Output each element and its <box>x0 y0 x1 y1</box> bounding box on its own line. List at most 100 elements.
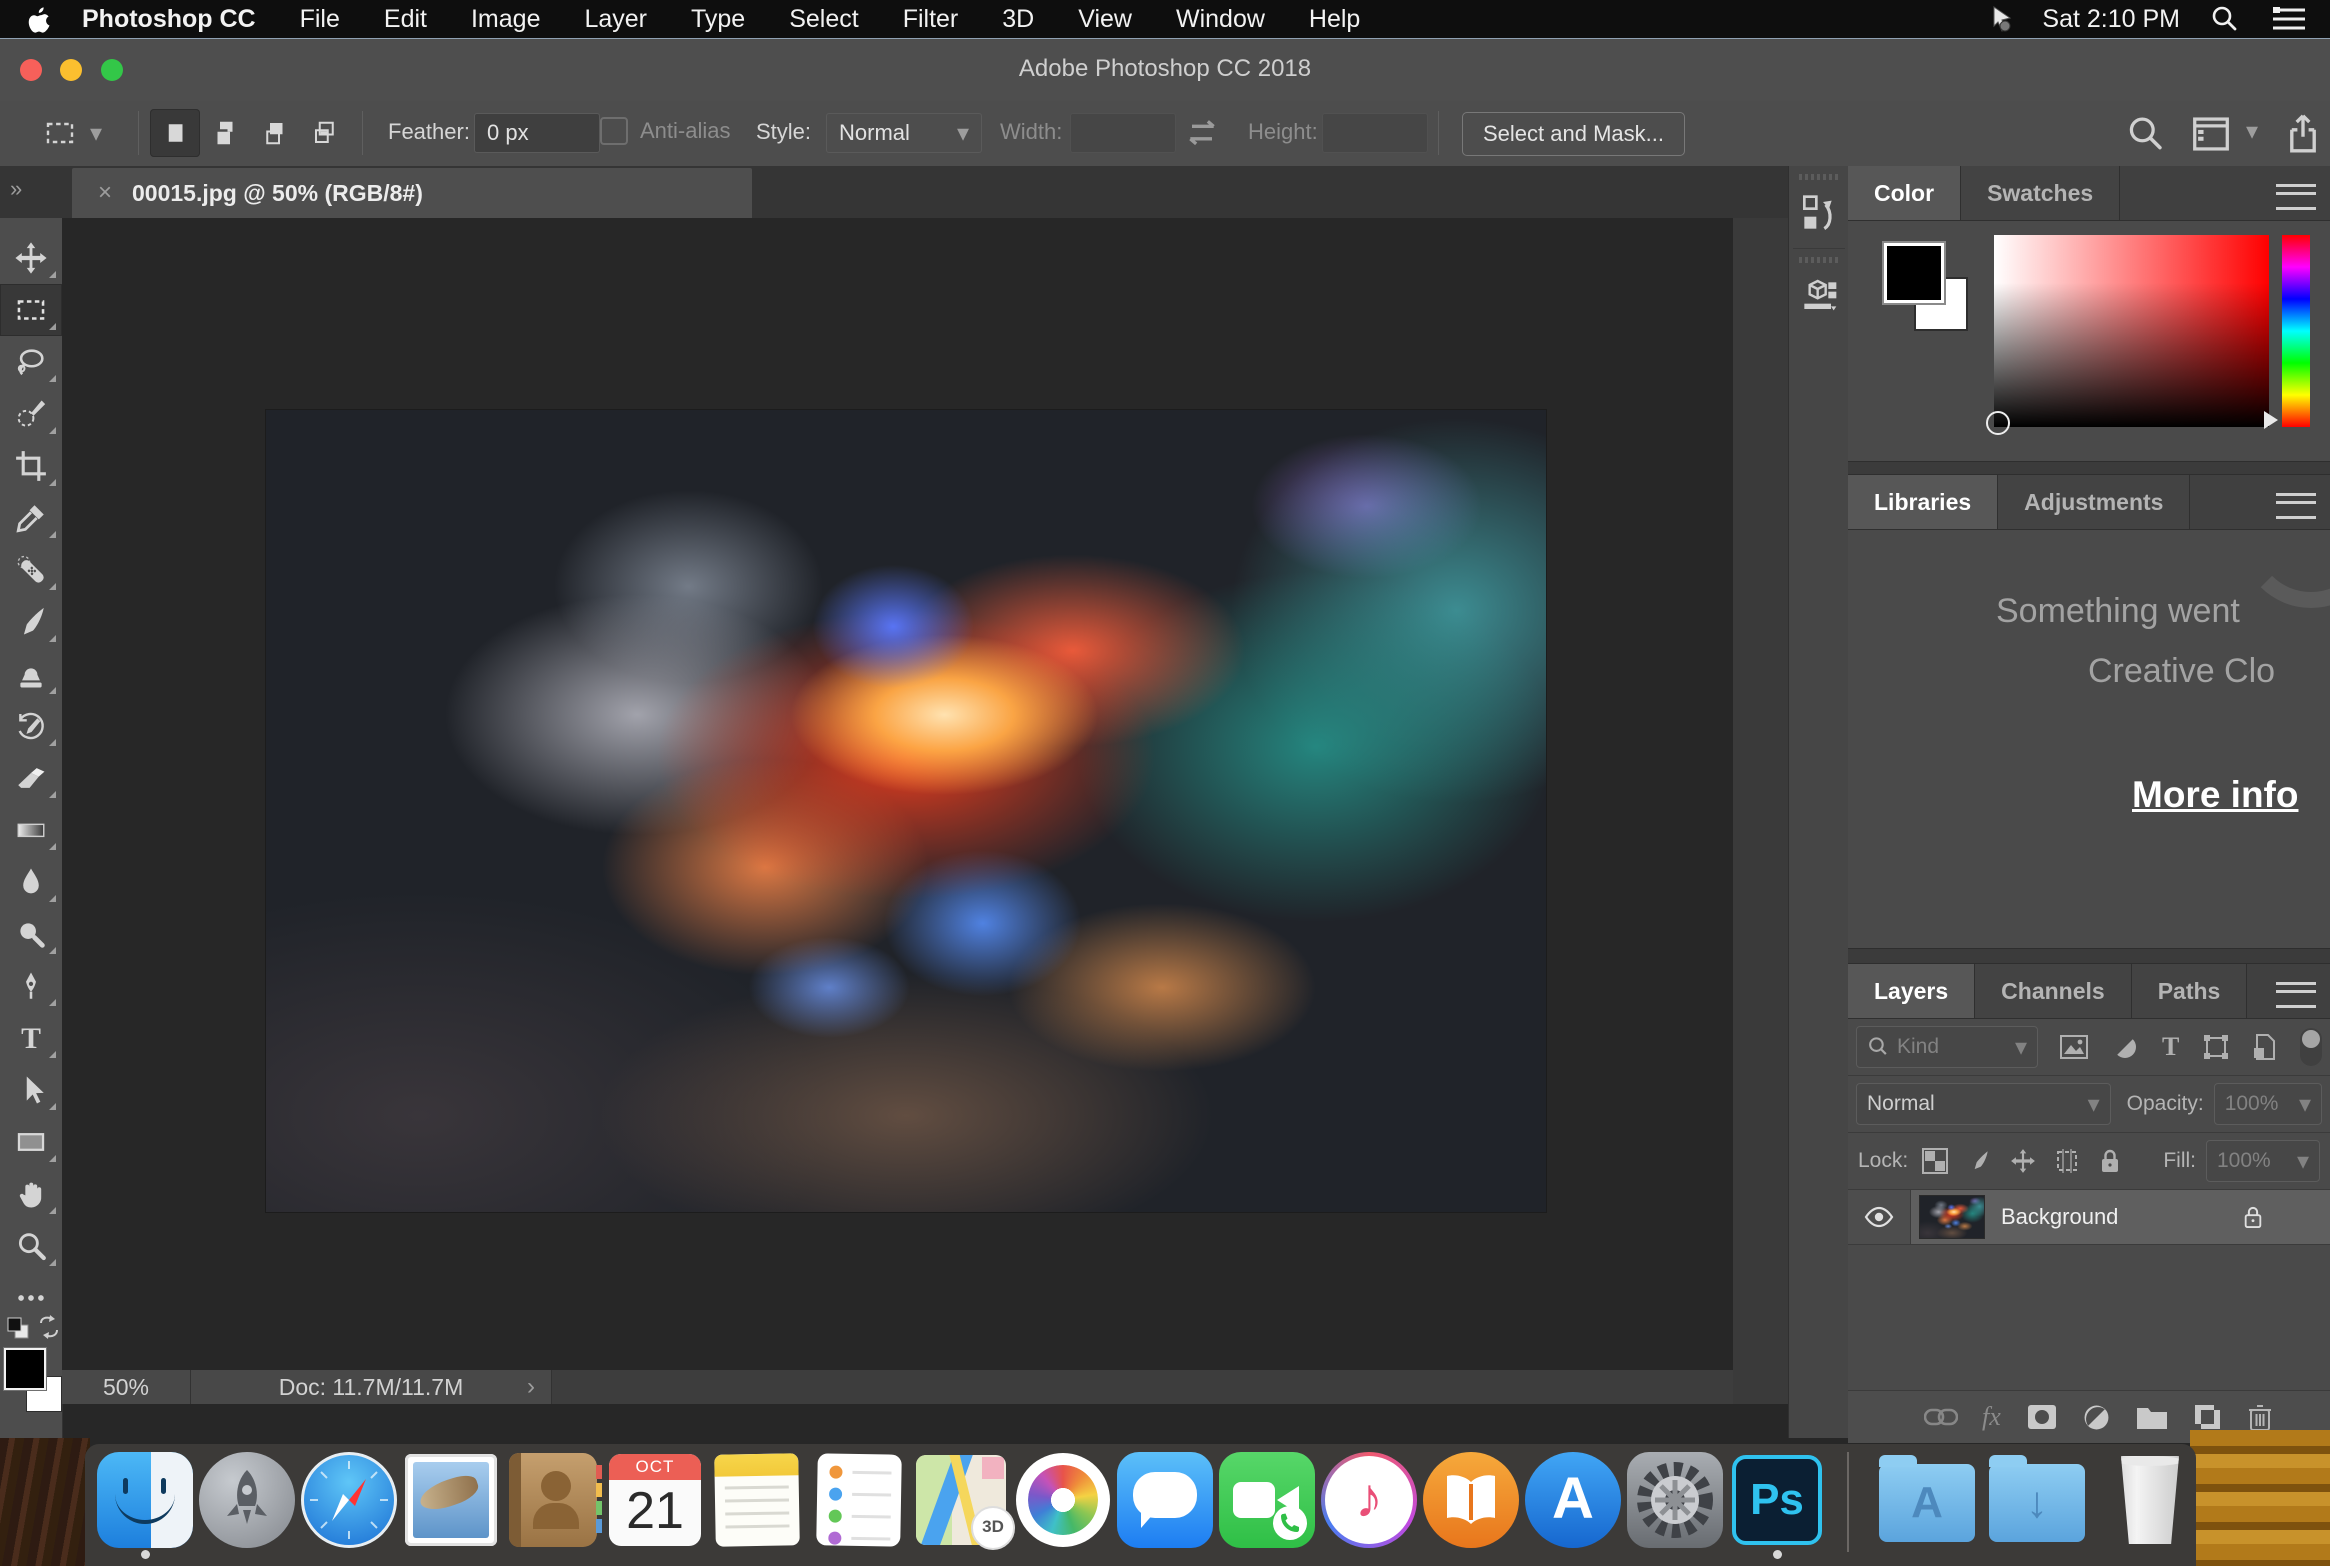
dock-downloads-folder[interactable]: ↓ <box>1989 1455 2085 1542</box>
menu-3d[interactable]: 3D <box>1002 5 1034 34</box>
brush-tool[interactable] <box>0 596 62 648</box>
panel-grip[interactable] <box>1799 257 1839 263</box>
new-adjustment-layer-icon[interactable] <box>2083 1404 2110 1431</box>
filter-toggle[interactable] <box>2300 1028 2322 1066</box>
dock-photos[interactable] <box>1015 1452 1111 1548</box>
panel-grip[interactable] <box>1799 174 1839 180</box>
hue-slider-thumb[interactable] <box>2264 411 2278 429</box>
default-colors-icon[interactable] <box>6 1316 32 1342</box>
dock-maps[interactable]: 3D <box>913 1452 1015 1550</box>
filter-shape-layer-icon[interactable] <box>2203 1034 2229 1060</box>
dock-reminders[interactable] <box>811 1452 907 1548</box>
filter-type-layer-icon[interactable]: T <box>2162 1032 2179 1062</box>
feather-input[interactable]: 0 px <box>474 113 600 153</box>
blur-tool[interactable] <box>0 856 62 908</box>
fill-input[interactable]: 100% ▾ <box>2206 1140 2320 1182</box>
width-input[interactable] <box>1070 113 1176 153</box>
move-tool[interactable] <box>0 232 62 284</box>
zoom-tool[interactable] <box>0 1220 62 1272</box>
delete-layer-icon[interactable] <box>2248 1404 2272 1431</box>
lock-all-icon[interactable] <box>2098 1148 2122 1174</box>
eyedropper-tool[interactable] <box>0 492 62 544</box>
menu-filter[interactable]: Filter <box>903 5 959 34</box>
search-icon[interactable] <box>2126 115 2164 153</box>
canvas-area[interactable]: 50% Doc: 11.7M/11.7M › <box>62 218 1733 1404</box>
document-tab[interactable]: × 00015.jpg @ 50% (RGB/8#) <box>72 168 752 218</box>
notification-center-icon[interactable] <box>2272 6 2306 32</box>
tab-layers[interactable]: Layers <box>1848 964 1976 1018</box>
new-selection-button[interactable] <box>150 109 200 157</box>
dock-system-preferences[interactable] <box>1627 1452 1723 1548</box>
add-layer-mask-icon[interactable] <box>2027 1404 2057 1430</box>
dock-app-store[interactable]: A <box>1525 1452 1621 1548</box>
dock-finder[interactable] <box>97 1452 193 1559</box>
menu-app-name[interactable]: Photoshop CC <box>82 5 256 34</box>
dock-contacts[interactable] <box>505 1452 602 1548</box>
more-info-link[interactable]: More info <box>2132 774 2298 816</box>
menu-file[interactable]: File <box>300 5 340 34</box>
dock-trash[interactable] <box>2103 1452 2199 1548</box>
tab-paths[interactable]: Paths <box>2131 964 2248 1018</box>
lasso-tool[interactable] <box>0 336 62 388</box>
dock-notes[interactable] <box>709 1452 805 1548</box>
new-layer-icon[interactable] <box>2194 1404 2222 1430</box>
dock-calendar[interactable]: OCT 21 <box>607 1452 703 1548</box>
dock-safari[interactable] <box>301 1452 397 1548</box>
layer-name[interactable]: Background <box>2001 1204 2118 1230</box>
learn-panel-icon[interactable] <box>1789 184 1849 248</box>
menu-layer[interactable]: Layer <box>584 5 647 34</box>
menu-help[interactable]: Help <box>1309 5 1360 34</box>
layer-style-icon[interactable]: fx <box>1982 1402 2001 1432</box>
anti-alias-checkbox[interactable]: Anti-alias <box>600 117 730 145</box>
rectangular-marquee-tool[interactable] <box>0 284 62 336</box>
opacity-input[interactable]: 100% ▾ <box>2213 1083 2322 1125</box>
menu-image[interactable]: Image <box>471 5 540 34</box>
filter-adjustment-layer-icon[interactable] <box>2112 1034 2138 1060</box>
foreground-color-swatch[interactable] <box>3 1347 47 1391</box>
menu-view[interactable]: View <box>1078 5 1132 34</box>
tab-adjustments[interactable]: Adjustments <box>1998 475 2191 529</box>
panel-menu-icon[interactable] <box>2276 493 2316 519</box>
spot-healing-brush-tool[interactable] <box>0 544 62 596</box>
subtract-from-selection-button[interactable] <box>250 109 300 157</box>
dock-itunes[interactable]: ♪ <box>1321 1452 1417 1548</box>
layer-visibility-cell[interactable] <box>1848 1190 1911 1244</box>
tab-overflow-icon[interactable]: » <box>10 176 22 202</box>
dock-messages[interactable] <box>1117 1452 1213 1548</box>
pen-tool[interactable] <box>0 960 62 1012</box>
doc-size-info[interactable]: Doc: 11.7M/11.7M › <box>191 1370 552 1404</box>
apple-menu[interactable] <box>28 5 52 33</box>
minimize-window-button[interactable] <box>60 59 83 81</box>
link-layers-icon[interactable] <box>1924 1406 1958 1428</box>
window-title-bar[interactable]: Adobe Photoshop CC 2018 <box>0 38 2330 102</box>
zoom-level-field[interactable]: 50% <box>62 1370 191 1404</box>
intersect-selection-button[interactable] <box>300 109 350 157</box>
hand-tool[interactable] <box>0 1168 62 1220</box>
history-brush-tool[interactable] <box>0 700 62 752</box>
height-input[interactable] <box>1322 113 1428 153</box>
lock-pixels-icon[interactable] <box>1966 1148 1992 1174</box>
dodge-tool[interactable] <box>0 908 62 960</box>
menu-edit[interactable]: Edit <box>384 5 427 34</box>
spotlight-search-icon[interactable] <box>2210 5 2238 33</box>
eraser-tool[interactable] <box>0 752 62 804</box>
clone-stamp-tool[interactable] <box>0 648 62 700</box>
swap-dimensions-icon[interactable] <box>1182 113 1222 153</box>
blend-mode-select[interactable]: Normal ▾ <box>1856 1083 2111 1125</box>
swap-colors-icon[interactable] <box>36 1314 62 1340</box>
menu-select[interactable]: Select <box>789 5 858 34</box>
filter-pixel-layer-icon[interactable] <box>2060 1035 2088 1059</box>
menu-type[interactable]: Type <box>691 5 745 34</box>
dock-launchpad[interactable] <box>199 1452 295 1548</box>
lock-transparency-icon[interactable] <box>1922 1148 1949 1174</box>
tab-channels[interactable]: Channels <box>1975 964 2132 1018</box>
kind-filter-select[interactable]: Kind ▾ <box>1856 1026 2038 1068</box>
zoom-window-button[interactable] <box>100 59 123 81</box>
foreground-color-swatch[interactable] <box>1882 241 1946 305</box>
select-and-mask-button[interactable]: Select and Mask... <box>1462 112 1685 156</box>
lock-artboard-icon[interactable] <box>2054 1148 2080 1174</box>
path-selection-tool[interactable] <box>0 1064 62 1116</box>
dock-photoshop[interactable]: Ps <box>1729 1452 1825 1559</box>
document-image[interactable] <box>266 410 1546 1212</box>
tab-color[interactable]: Color <box>1848 166 1962 220</box>
